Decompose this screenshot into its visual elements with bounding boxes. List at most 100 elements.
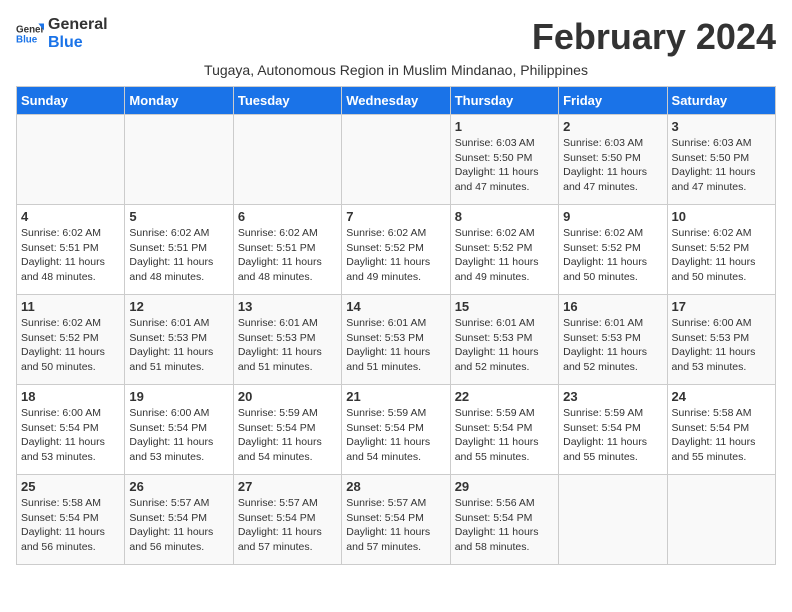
calendar-cell: 5 Sunrise: 6:02 AMSunset: 5:51 PMDaylight… xyxy=(125,205,233,295)
calendar-cell: 21 Sunrise: 5:59 AMSunset: 5:54 PMDayligh… xyxy=(342,385,450,475)
day-info: Sunrise: 5:57 AMSunset: 5:54 PMDaylight:… xyxy=(129,496,228,555)
day-info: Sunrise: 6:01 AMSunset: 5:53 PMDaylight:… xyxy=(455,316,554,375)
day-number: 1 xyxy=(455,119,554,134)
day-number: 23 xyxy=(563,389,662,404)
calendar-cell: 7 Sunrise: 6:02 AMSunset: 5:52 PMDaylight… xyxy=(342,205,450,295)
day-number: 18 xyxy=(21,389,120,404)
day-info: Sunrise: 6:01 AMSunset: 5:53 PMDaylight:… xyxy=(346,316,445,375)
day-number: 10 xyxy=(672,209,771,224)
day-info: Sunrise: 5:56 AMSunset: 5:54 PMDaylight:… xyxy=(455,496,554,555)
calendar-cell: 28 Sunrise: 5:57 AMSunset: 5:54 PMDayligh… xyxy=(342,475,450,565)
calendar-cell: 8 Sunrise: 6:02 AMSunset: 5:52 PMDaylight… xyxy=(450,205,558,295)
calendar-cell xyxy=(125,115,233,205)
day-number: 11 xyxy=(21,299,120,314)
week-row-3: 11 Sunrise: 6:02 AMSunset: 5:52 PMDayligh… xyxy=(17,295,776,385)
calendar-cell: 29 Sunrise: 5:56 AMSunset: 5:54 PMDayligh… xyxy=(450,475,558,565)
calendar-cell: 22 Sunrise: 5:59 AMSunset: 5:54 PMDayligh… xyxy=(450,385,558,475)
day-number: 8 xyxy=(455,209,554,224)
calendar-table: SundayMondayTuesdayWednesdayThursdayFrid… xyxy=(16,86,776,565)
day-number: 24 xyxy=(672,389,771,404)
day-number: 6 xyxy=(238,209,337,224)
calendar-cell xyxy=(233,115,341,205)
header-tuesday: Tuesday xyxy=(233,87,341,115)
calendar-cell: 10 Sunrise: 6:02 AMSunset: 5:52 PMDayligh… xyxy=(667,205,775,295)
day-number: 5 xyxy=(129,209,228,224)
day-number: 22 xyxy=(455,389,554,404)
day-number: 25 xyxy=(21,479,120,494)
day-info: Sunrise: 5:59 AMSunset: 5:54 PMDaylight:… xyxy=(346,406,445,465)
calendar-header-row: SundayMondayTuesdayWednesdayThursdayFrid… xyxy=(17,87,776,115)
week-row-1: 1 Sunrise: 6:03 AMSunset: 5:50 PMDaylight… xyxy=(17,115,776,205)
day-info: Sunrise: 6:02 AMSunset: 5:51 PMDaylight:… xyxy=(238,226,337,285)
day-info: Sunrise: 6:02 AMSunset: 5:52 PMDaylight:… xyxy=(21,316,120,375)
day-number: 28 xyxy=(346,479,445,494)
day-number: 16 xyxy=(563,299,662,314)
day-info: Sunrise: 5:58 AMSunset: 5:54 PMDaylight:… xyxy=(21,496,120,555)
logo-icon: General Blue xyxy=(16,20,44,48)
calendar-cell: 3 Sunrise: 6:03 AMSunset: 5:50 PMDaylight… xyxy=(667,115,775,205)
day-number: 7 xyxy=(346,209,445,224)
calendar-cell: 6 Sunrise: 6:02 AMSunset: 5:51 PMDaylight… xyxy=(233,205,341,295)
day-number: 9 xyxy=(563,209,662,224)
month-title: February 2024 xyxy=(532,16,776,58)
day-number: 15 xyxy=(455,299,554,314)
day-info: Sunrise: 5:59 AMSunset: 5:54 PMDaylight:… xyxy=(238,406,337,465)
calendar-cell xyxy=(342,115,450,205)
day-number: 19 xyxy=(129,389,228,404)
calendar-cell: 19 Sunrise: 6:00 AMSunset: 5:54 PMDayligh… xyxy=(125,385,233,475)
day-number: 20 xyxy=(238,389,337,404)
day-info: Sunrise: 6:03 AMSunset: 5:50 PMDaylight:… xyxy=(563,136,662,195)
day-info: Sunrise: 6:01 AMSunset: 5:53 PMDaylight:… xyxy=(563,316,662,375)
day-info: Sunrise: 5:57 AMSunset: 5:54 PMDaylight:… xyxy=(346,496,445,555)
week-row-5: 25 Sunrise: 5:58 AMSunset: 5:54 PMDayligh… xyxy=(17,475,776,565)
day-info: Sunrise: 5:59 AMSunset: 5:54 PMDaylight:… xyxy=(455,406,554,465)
calendar-cell xyxy=(559,475,667,565)
day-number: 14 xyxy=(346,299,445,314)
day-info: Sunrise: 6:03 AMSunset: 5:50 PMDaylight:… xyxy=(672,136,771,195)
calendar-cell xyxy=(17,115,125,205)
calendar-cell: 23Sunrise: 5:59 AMSunset: 5:54 PMDayligh… xyxy=(559,385,667,475)
calendar-cell: 25 Sunrise: 5:58 AMSunset: 5:54 PMDayligh… xyxy=(17,475,125,565)
calendar-cell: 17Sunrise: 6:00 AMSunset: 5:53 PMDayligh… xyxy=(667,295,775,385)
day-number: 12 xyxy=(129,299,228,314)
calendar-cell: 20 Sunrise: 5:59 AMSunset: 5:54 PMDayligh… xyxy=(233,385,341,475)
subtitle: Tugaya, Autonomous Region in Muslim Mind… xyxy=(16,62,776,78)
day-info: Sunrise: 6:02 AMSunset: 5:52 PMDaylight:… xyxy=(563,226,662,285)
day-info: Sunrise: 6:00 AMSunset: 5:54 PMDaylight:… xyxy=(21,406,120,465)
header-saturday: Saturday xyxy=(667,87,775,115)
day-number: 2 xyxy=(563,119,662,134)
day-info: Sunrise: 6:01 AMSunset: 5:53 PMDaylight:… xyxy=(129,316,228,375)
day-info: Sunrise: 6:02 AMSunset: 5:52 PMDaylight:… xyxy=(346,226,445,285)
day-number: 29 xyxy=(455,479,554,494)
calendar-cell: 2 Sunrise: 6:03 AMSunset: 5:50 PMDaylight… xyxy=(559,115,667,205)
header-sunday: Sunday xyxy=(17,87,125,115)
calendar-cell: 11 Sunrise: 6:02 AMSunset: 5:52 PMDayligh… xyxy=(17,295,125,385)
day-info: Sunrise: 5:57 AMSunset: 5:54 PMDaylight:… xyxy=(238,496,337,555)
calendar-cell: 24 Sunrise: 5:58 AMSunset: 5:54 PMDayligh… xyxy=(667,385,775,475)
header: General Blue General Blue February 2024 xyxy=(16,16,776,58)
day-info: Sunrise: 6:02 AMSunset: 5:52 PMDaylight:… xyxy=(672,226,771,285)
svg-text:Blue: Blue xyxy=(16,34,38,45)
calendar-cell: 15 Sunrise: 6:01 AMSunset: 5:53 PMDayligh… xyxy=(450,295,558,385)
day-info: Sunrise: 6:00 AMSunset: 5:54 PMDaylight:… xyxy=(129,406,228,465)
day-number: 26 xyxy=(129,479,228,494)
logo-line2: Blue xyxy=(48,34,108,52)
day-info: Sunrise: 6:02 AMSunset: 5:51 PMDaylight:… xyxy=(21,226,120,285)
day-info: Sunrise: 6:02 AMSunset: 5:52 PMDaylight:… xyxy=(455,226,554,285)
day-info: Sunrise: 6:02 AMSunset: 5:51 PMDaylight:… xyxy=(129,226,228,285)
header-friday: Friday xyxy=(559,87,667,115)
header-wednesday: Wednesday xyxy=(342,87,450,115)
day-number: 21 xyxy=(346,389,445,404)
day-info: Sunrise: 6:00 AMSunset: 5:53 PMDaylight:… xyxy=(672,316,771,375)
day-number: 4 xyxy=(21,209,120,224)
day-number: 3 xyxy=(672,119,771,134)
calendar-cell: 16 Sunrise: 6:01 AMSunset: 5:53 PMDayligh… xyxy=(559,295,667,385)
header-thursday: Thursday xyxy=(450,87,558,115)
calendar-cell: 27 Sunrise: 5:57 AMSunset: 5:54 PMDayligh… xyxy=(233,475,341,565)
day-number: 27 xyxy=(238,479,337,494)
calendar-cell: 9 Sunrise: 6:02 AMSunset: 5:52 PMDaylight… xyxy=(559,205,667,295)
day-info: Sunrise: 6:03 AMSunset: 5:50 PMDaylight:… xyxy=(455,136,554,195)
day-info: Sunrise: 5:58 AMSunset: 5:54 PMDaylight:… xyxy=(672,406,771,465)
calendar-cell: 4 Sunrise: 6:02 AMSunset: 5:51 PMDaylight… xyxy=(17,205,125,295)
logo-line1: General xyxy=(48,16,108,34)
